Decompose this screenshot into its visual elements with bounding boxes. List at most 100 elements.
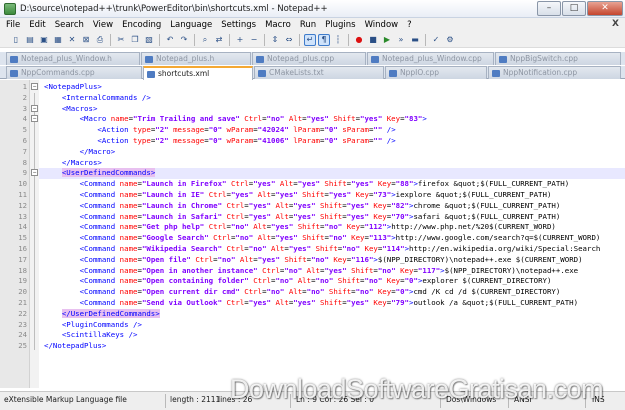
tab-shortcuts-xml[interactable]: shortcuts.xml — [143, 66, 253, 80]
line-number: 21 — [18, 298, 27, 307]
fold-toggle-icon[interactable]: − — [31, 115, 38, 123]
code-line[interactable]: 5 <Action type="2" message="0" wParam="4… — [0, 125, 625, 136]
code-line[interactable]: 21 <Command name="Send via Outlook" Ctrl… — [0, 298, 625, 309]
code-text: <Macro name="Trim Trailing and save" Ctr… — [79, 114, 427, 124]
line-number: 22 — [18, 308, 27, 318]
window-title: D:\source\notepad++\trunk\PowerEditor\bi… — [20, 3, 328, 14]
code-line[interactable]: 15 <Command name="Google Search" Ctrl="n… — [0, 233, 625, 244]
toolbar-separator — [159, 33, 160, 46]
tab-label: shortcuts.xml — [158, 69, 210, 78]
menu-search[interactable]: Search — [55, 20, 84, 30]
code-line[interactable]: 11 <Command name="Launch in IE" Ctrl="ye… — [0, 190, 625, 201]
save-macro-icon[interactable]: ▬ — [409, 34, 421, 46]
code-line[interactable]: 8 </Macros> — [0, 158, 625, 169]
code-line[interactable]: 18 <Command name="Open in another instan… — [0, 266, 625, 277]
close-window-button[interactable]: ✕ — [587, 1, 623, 16]
close-icon[interactable]: ✕ — [66, 34, 78, 46]
watermark-text: DownloadSoftwareGratisan.com — [230, 374, 604, 404]
code-line[interactable]: 20 <Command name="Open current dir cmd" … — [0, 287, 625, 298]
sync-h-icon[interactable]: ⇔ — [283, 34, 295, 46]
find-icon[interactable]: ⌕ — [199, 34, 211, 46]
code-line[interactable]: 1− <NotepadPlus> — [0, 82, 625, 93]
print-icon[interactable]: ⎙ — [94, 34, 106, 46]
menu-edit[interactable]: Edit — [29, 20, 45, 30]
indent-guide-icon[interactable]: ┆ — [332, 34, 344, 46]
all-chars-icon[interactable]: ¶ — [318, 33, 330, 46]
code-text: <PluginCommands /> — [61, 319, 142, 329]
fold-toggle-icon[interactable]: − — [31, 83, 38, 90]
code-line[interactable]: 4− <Macro name="Trim Trailing and save" … — [0, 114, 625, 125]
code-line[interactable]: 12 <Command name="Launch in Chrome" Ctrl… — [0, 201, 625, 212]
tab-notepad-plus-window-h[interactable]: Notepad_plus_Window.h — [6, 52, 140, 65]
tab-row-2: NppCommands.cpp shortcuts.xml CMakeLists.t… — [0, 66, 625, 80]
spell-icon[interactable]: ✓ — [430, 34, 442, 46]
code-line[interactable]: 24 <ScintillaKeys /> — [0, 330, 625, 341]
plugin-icon[interactable]: ⚙ — [444, 34, 456, 46]
code-line[interactable]: 17 <Command name="Open file" Ctrl="no" A… — [0, 255, 625, 266]
menu-encoding[interactable]: Encoding — [122, 20, 161, 30]
code-line[interactable]: 3− <Macros> — [0, 104, 625, 115]
fold-toggle-icon[interactable]: − — [31, 104, 38, 112]
menu-window[interactable]: Window — [365, 20, 399, 30]
undo-icon[interactable]: ↶ — [164, 34, 176, 46]
tab-notepad-plus-cpp[interactable]: Notepad_plus.cpp — [252, 52, 366, 65]
code-line[interactable]: 2 <InternalCommands /> — [0, 93, 625, 104]
menu-language[interactable]: Language — [170, 20, 212, 30]
tab-cmakelists-txt[interactable]: CMakeLists.txt — [254, 66, 384, 79]
replace-icon[interactable]: ⇄ — [213, 34, 225, 46]
wrap-icon[interactable]: ↵ — [304, 33, 316, 46]
stop-icon[interactable]: ■ — [367, 34, 379, 46]
close-document-button[interactable]: X — [612, 19, 619, 29]
paste-icon[interactable]: ▧ — [143, 34, 155, 46]
tab-notepad-plus-h[interactable]: Notepad_plus.h — [141, 52, 251, 65]
code-line[interactable]: 16 <Command name="Wikipedia Search" Ctrl… — [0, 244, 625, 255]
code-text: </Macros> — [61, 157, 102, 167]
menu-macro[interactable]: Macro — [265, 20, 291, 30]
maximize-button[interactable]: □ — [562, 1, 586, 16]
menu-file[interactable]: File — [6, 20, 20, 30]
code-line[interactable]: 13 <Command name="Launch in Safari" Ctrl… — [0, 212, 625, 223]
open-icon[interactable]: ▤ — [24, 34, 36, 46]
code-line[interactable]: 6 <Action type="2" message="0" wParam="4… — [0, 136, 625, 147]
sync-v-icon[interactable]: ⇕ — [269, 34, 281, 46]
editor-area[interactable]: 1− <NotepadPlus> 2 <InternalCommands /> 3− … — [0, 80, 625, 388]
code-line[interactable]: 9− <UserDefinedCommands> — [0, 168, 625, 179]
cut-icon[interactable]: ✂ — [115, 34, 127, 46]
new-icon[interactable]: ▯ — [10, 34, 22, 46]
code-line[interactable]: 25 </NotepadPlus> — [0, 341, 625, 352]
close-all-icon[interactable]: ⊠ — [80, 34, 92, 46]
minimize-button[interactable]: – — [537, 1, 561, 16]
tab-notepad-plus-window-cpp[interactable]: Notepad_plus_Window.cpp — [367, 52, 494, 65]
tab-nppbigswitch-cpp[interactable]: NppBigSwitch.cpp — [495, 52, 621, 65]
menu-help[interactable]: ? — [407, 20, 412, 30]
save-all-icon[interactable]: ▦ — [52, 34, 64, 46]
tab-nppnotification-cpp[interactable]: NppNotification.cpp — [488, 66, 621, 79]
code-text: <Command name="Send via Outlook" Ctrl="y… — [79, 298, 579, 307]
record-icon[interactable]: ● — [353, 34, 365, 46]
zoom-in-icon[interactable]: + — [234, 34, 246, 46]
menu-view[interactable]: View — [93, 20, 113, 30]
code-text: <Command name="Google Search" Ctrl="no" … — [79, 233, 601, 243]
menu-plugins[interactable]: Plugins — [325, 20, 355, 30]
menu-settings[interactable]: Settings — [221, 20, 256, 30]
menu-run[interactable]: Run — [300, 20, 316, 30]
zoom-out-icon[interactable]: − — [248, 34, 260, 46]
line-number: 14 — [18, 222, 27, 232]
redo-icon[interactable]: ↷ — [178, 34, 190, 46]
fold-toggle-icon[interactable]: − — [31, 169, 38, 177]
save-icon[interactable]: ▣ — [38, 34, 50, 46]
code-text: <Action type="2" message="0" wParam="420… — [97, 125, 396, 135]
tab-nppcommands-cpp[interactable]: NppCommands.cpp — [6, 66, 142, 79]
code-line[interactable]: 14 <Command name="Get php help" Ctrl="no… — [0, 222, 625, 233]
code-line[interactable]: 23 <PluginCommands /> — [0, 320, 625, 331]
title-bar: D:\source\notepad++\trunk\PowerEditor\bi… — [0, 0, 625, 18]
copy-icon[interactable]: ❐ — [129, 34, 141, 46]
play-multiple-icon[interactable]: » — [395, 34, 407, 46]
tab-nppio-cpp[interactable]: NppIO.cpp — [385, 66, 487, 79]
tab-label: NppNotification.cpp — [503, 68, 578, 77]
code-line[interactable]: 10 <Command name="Launch in Firefox" Ctr… — [0, 179, 625, 190]
code-line[interactable]: 7 </Macro> — [0, 147, 625, 158]
code-line[interactable]: 22 </UserDefinedCommands> — [0, 308, 625, 320]
code-line[interactable]: 19 <Command name="Open containing folder… — [0, 276, 625, 287]
play-icon[interactable]: ▶ — [381, 34, 393, 46]
